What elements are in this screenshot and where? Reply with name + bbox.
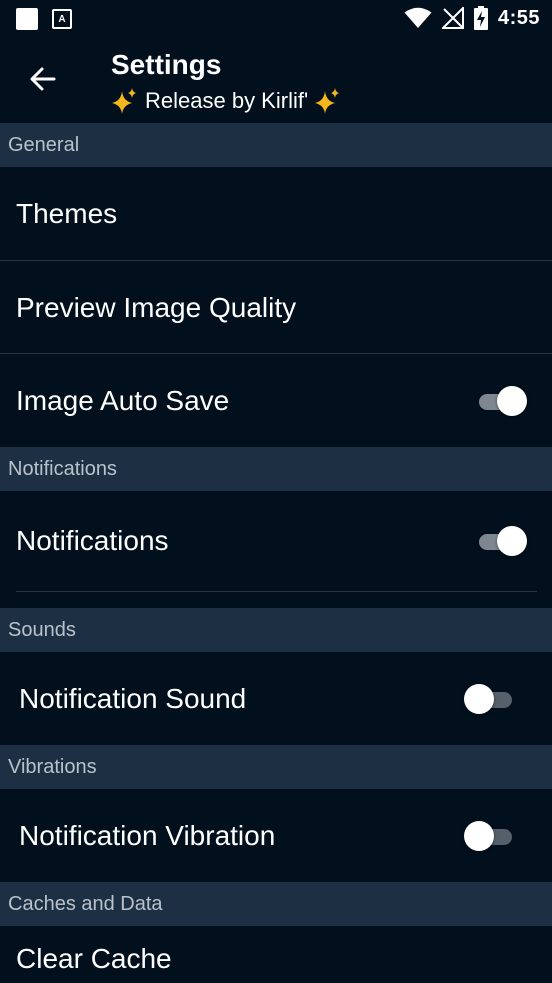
no-signal-icon [441, 7, 464, 29]
section-header-caches: Caches and Data [0, 882, 552, 926]
notification-sound-toggle[interactable] [464, 684, 520, 714]
section-header-sounds: Sounds [0, 608, 552, 652]
toggle-thumb [497, 385, 527, 416]
status-left: A [16, 8, 72, 30]
back-arrow-icon[interactable] [28, 64, 58, 94]
toggle-thumb [464, 821, 494, 851]
subtitle-text: Release by Kirlif' [145, 88, 309, 113]
setting-clear-cache[interactable]: Clear Cache [0, 926, 552, 983]
setting-notification-sound[interactable]: Notification Sound [0, 653, 552, 745]
section-header-notifications: Notifications [0, 447, 552, 491]
setting-image-auto-save[interactable]: Image Auto Save [0, 354, 552, 447]
setting-label: Image Auto Save [16, 384, 230, 416]
setting-themes[interactable]: Themes [0, 167, 552, 260]
setting-label: Notifications [16, 525, 169, 556]
setting-notifications[interactable]: Notifications [0, 491, 552, 591]
app-bar: Settings Release by Kirlif' [0, 38, 552, 123]
section-header-general: General [0, 123, 552, 167]
page-title: Settings [111, 49, 222, 80]
notification-vibration-toggle[interactable] [464, 821, 520, 851]
setting-label: Clear Cache [16, 942, 172, 974]
battery-charging-icon [473, 6, 488, 30]
sparkles-icon [112, 88, 136, 114]
setting-label: Notification Sound [19, 683, 247, 714]
section-header-vibrations: Vibrations [0, 745, 552, 789]
font-notification-icon: A [52, 9, 72, 29]
sparkles-icon [315, 88, 340, 114]
notifications-toggle[interactable] [475, 526, 531, 556]
square-notification-icon [16, 8, 38, 30]
page-subtitle: Release by Kirlif' [111, 87, 342, 115]
setting-label: Notification Vibration [19, 820, 276, 851]
image-auto-save-toggle[interactable] [475, 385, 531, 416]
setting-label: Themes [16, 197, 118, 229]
status-right: 4:55 [404, 6, 540, 30]
setting-label: Preview Image Quality [16, 291, 297, 323]
divider [16, 591, 537, 592]
toggle-thumb [497, 526, 527, 556]
toggle-thumb [464, 684, 494, 714]
status-time: 4:55 [497, 6, 540, 29]
setting-preview-image-quality[interactable]: Preview Image Quality [0, 261, 552, 354]
setting-notification-vibration[interactable]: Notification Vibration [0, 790, 552, 882]
wifi-icon [404, 7, 432, 28]
status-bar: A 4:55 [0, 0, 552, 38]
